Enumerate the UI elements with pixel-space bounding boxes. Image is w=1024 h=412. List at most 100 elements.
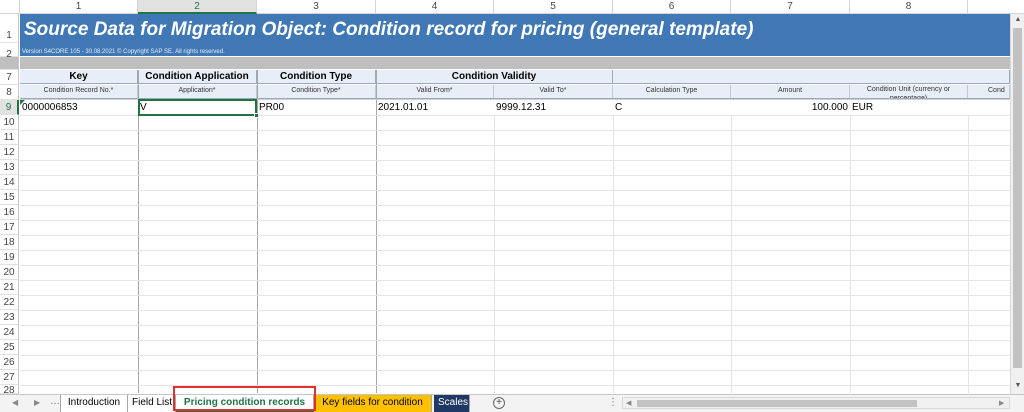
group-header-blank[interactable] bbox=[613, 70, 1010, 84]
column-header-1[interactable]: 1 bbox=[20, 0, 138, 14]
column-header-2[interactable]: 2 bbox=[138, 0, 257, 14]
row-header-7[interactable]: 7 bbox=[0, 70, 19, 85]
field-header-condition-type[interactable]: Condition Type* bbox=[257, 85, 376, 99]
gridline bbox=[20, 145, 1020, 146]
next-sheet-icon[interactable]: ▶ bbox=[34, 398, 40, 407]
hidden-rows-band bbox=[20, 57, 1019, 69]
group-header-condition-application[interactable]: Condition Application bbox=[138, 70, 257, 84]
field-header-amount[interactable]: Amount bbox=[731, 85, 850, 99]
prev-sheet-icon[interactable]: ◀ bbox=[12, 398, 18, 407]
column-divider bbox=[138, 70, 139, 393]
cell-valid-from[interactable]: 2021.01.01 bbox=[376, 100, 494, 115]
row-header-14[interactable]: 14 bbox=[0, 175, 19, 190]
gridline bbox=[20, 205, 1020, 206]
gridline bbox=[20, 235, 1020, 236]
field-header-cond[interactable]: Cond bbox=[968, 85, 1010, 99]
gridline bbox=[20, 385, 1020, 386]
field-header-condition-record-no[interactable]: Condition Record No.* bbox=[20, 85, 138, 99]
gridline bbox=[731, 115, 732, 393]
row-header-9[interactable]: 9 bbox=[0, 100, 19, 115]
cell-condition-type[interactable]: PR00 bbox=[257, 100, 376, 115]
plus-circle-icon[interactable]: + bbox=[493, 397, 505, 409]
row-header-21[interactable]: 21 bbox=[0, 280, 19, 295]
gridline bbox=[20, 190, 1020, 191]
row-header-27[interactable]: 27 bbox=[0, 370, 19, 385]
gridline bbox=[494, 115, 495, 393]
gridline bbox=[20, 340, 1020, 341]
tab-field-list[interactable]: Field List bbox=[128, 395, 176, 412]
column-divider bbox=[376, 70, 377, 393]
column-header-9[interactable] bbox=[968, 0, 1010, 14]
field-header-application[interactable]: Application* bbox=[138, 85, 257, 99]
gridline bbox=[20, 355, 1020, 356]
active-tab-highlight bbox=[173, 386, 316, 411]
scroll-left-icon[interactable]: ◀ bbox=[626, 399, 631, 407]
column-header-bar: 1 2 3 4 5 6 7 8 bbox=[0, 0, 1024, 14]
row-header-16[interactable]: 16 bbox=[0, 205, 19, 220]
row-header-18[interactable]: 18 bbox=[0, 235, 19, 250]
cell-condition-record-no[interactable]: 0000006853 bbox=[20, 100, 138, 115]
gridline bbox=[20, 220, 1020, 221]
scroll-right-icon[interactable]: ▶ bbox=[999, 399, 1004, 407]
row-header-10[interactable]: 10 bbox=[0, 115, 19, 130]
gridline bbox=[20, 175, 1020, 176]
active-cell-selection[interactable] bbox=[138, 99, 257, 116]
row-header-26[interactable]: 26 bbox=[0, 355, 19, 370]
row-header-22[interactable]: 22 bbox=[0, 295, 19, 310]
sheet-title: Source Data for Migration Object: Condit… bbox=[24, 19, 754, 40]
group-header-condition-type[interactable]: Condition Type bbox=[257, 70, 376, 84]
up-arrow-icon[interactable]: ▲ bbox=[1011, 14, 1024, 26]
more-sheets-icon[interactable]: … bbox=[50, 396, 60, 407]
column-header-7[interactable]: 7 bbox=[731, 0, 850, 14]
tab-scroll-dots-icon: ⋮ bbox=[608, 397, 618, 408]
cell-condition-unit[interactable]: EUR bbox=[850, 100, 968, 115]
column-header-6[interactable]: 6 bbox=[613, 0, 731, 14]
row-header-11[interactable]: 11 bbox=[0, 130, 19, 145]
row-header-19[interactable]: 19 bbox=[0, 250, 19, 265]
tab-key-fields-for-condition[interactable]: Key fields for condition bbox=[314, 395, 432, 412]
row-header-2[interactable]: 2 bbox=[0, 43, 19, 60]
select-all-corner[interactable] bbox=[0, 0, 20, 14]
gridline bbox=[20, 250, 1020, 251]
gridline bbox=[20, 160, 1020, 161]
row-header-25[interactable]: 25 bbox=[0, 340, 19, 355]
row-header-24[interactable]: 24 bbox=[0, 325, 19, 340]
vertical-scroll-thumb[interactable] bbox=[1013, 28, 1022, 368]
gridline bbox=[20, 295, 1020, 296]
row-header-17[interactable]: 17 bbox=[0, 220, 19, 235]
gridline bbox=[20, 280, 1020, 281]
horizontal-scrollbar[interactable]: ◀ ▶ bbox=[622, 397, 1010, 409]
row-header-15[interactable]: 15 bbox=[0, 190, 19, 205]
field-header-valid-from[interactable]: Valid From* bbox=[376, 85, 494, 99]
gridline bbox=[20, 310, 1020, 311]
column-header-5[interactable]: 5 bbox=[494, 0, 613, 14]
group-header-condition-validity[interactable]: Condition Validity bbox=[376, 70, 613, 84]
row-header-8[interactable]: 8 bbox=[0, 85, 19, 100]
down-arrow-icon[interactable]: ▼ bbox=[1011, 380, 1024, 392]
field-header-condition-unit[interactable]: Condition Unit (currency or percentage) bbox=[850, 85, 968, 99]
horizontal-scroll-thumb[interactable] bbox=[637, 400, 917, 407]
row-header-28[interactable]: 28 bbox=[0, 385, 19, 396]
fill-handle[interactable] bbox=[254, 113, 259, 118]
row-header-12[interactable]: 12 bbox=[0, 145, 19, 160]
group-header-key[interactable]: Key bbox=[20, 70, 138, 84]
row-header-20[interactable]: 20 bbox=[0, 265, 19, 280]
gridline bbox=[20, 370, 1020, 371]
vertical-scrollbar[interactable]: ▲ ▼ bbox=[1010, 14, 1024, 394]
cell-valid-to[interactable]: 9999.12.31 bbox=[494, 100, 613, 115]
tab-scales[interactable]: Scales bbox=[434, 395, 470, 412]
column-header-3[interactable]: 3 bbox=[257, 0, 376, 14]
cell-amount[interactable]: 100.000 bbox=[731, 100, 850, 115]
column-header-8[interactable]: 8 bbox=[850, 0, 968, 14]
column-header-4[interactable]: 4 bbox=[376, 0, 494, 14]
gridline bbox=[20, 130, 1020, 131]
column-divider bbox=[257, 70, 258, 393]
row-header-13[interactable]: 13 bbox=[0, 160, 19, 175]
cell-calculation-type[interactable]: C bbox=[613, 100, 731, 115]
tab-introduction[interactable]: Introduction bbox=[60, 395, 128, 412]
field-header-calculation-type[interactable]: Calculation Type bbox=[613, 85, 731, 99]
row-header-1[interactable]: 1 bbox=[0, 14, 19, 43]
field-header-valid-to[interactable]: Valid To* bbox=[494, 85, 613, 99]
row-header-23[interactable]: 23 bbox=[0, 310, 19, 325]
gridline bbox=[20, 325, 1020, 326]
